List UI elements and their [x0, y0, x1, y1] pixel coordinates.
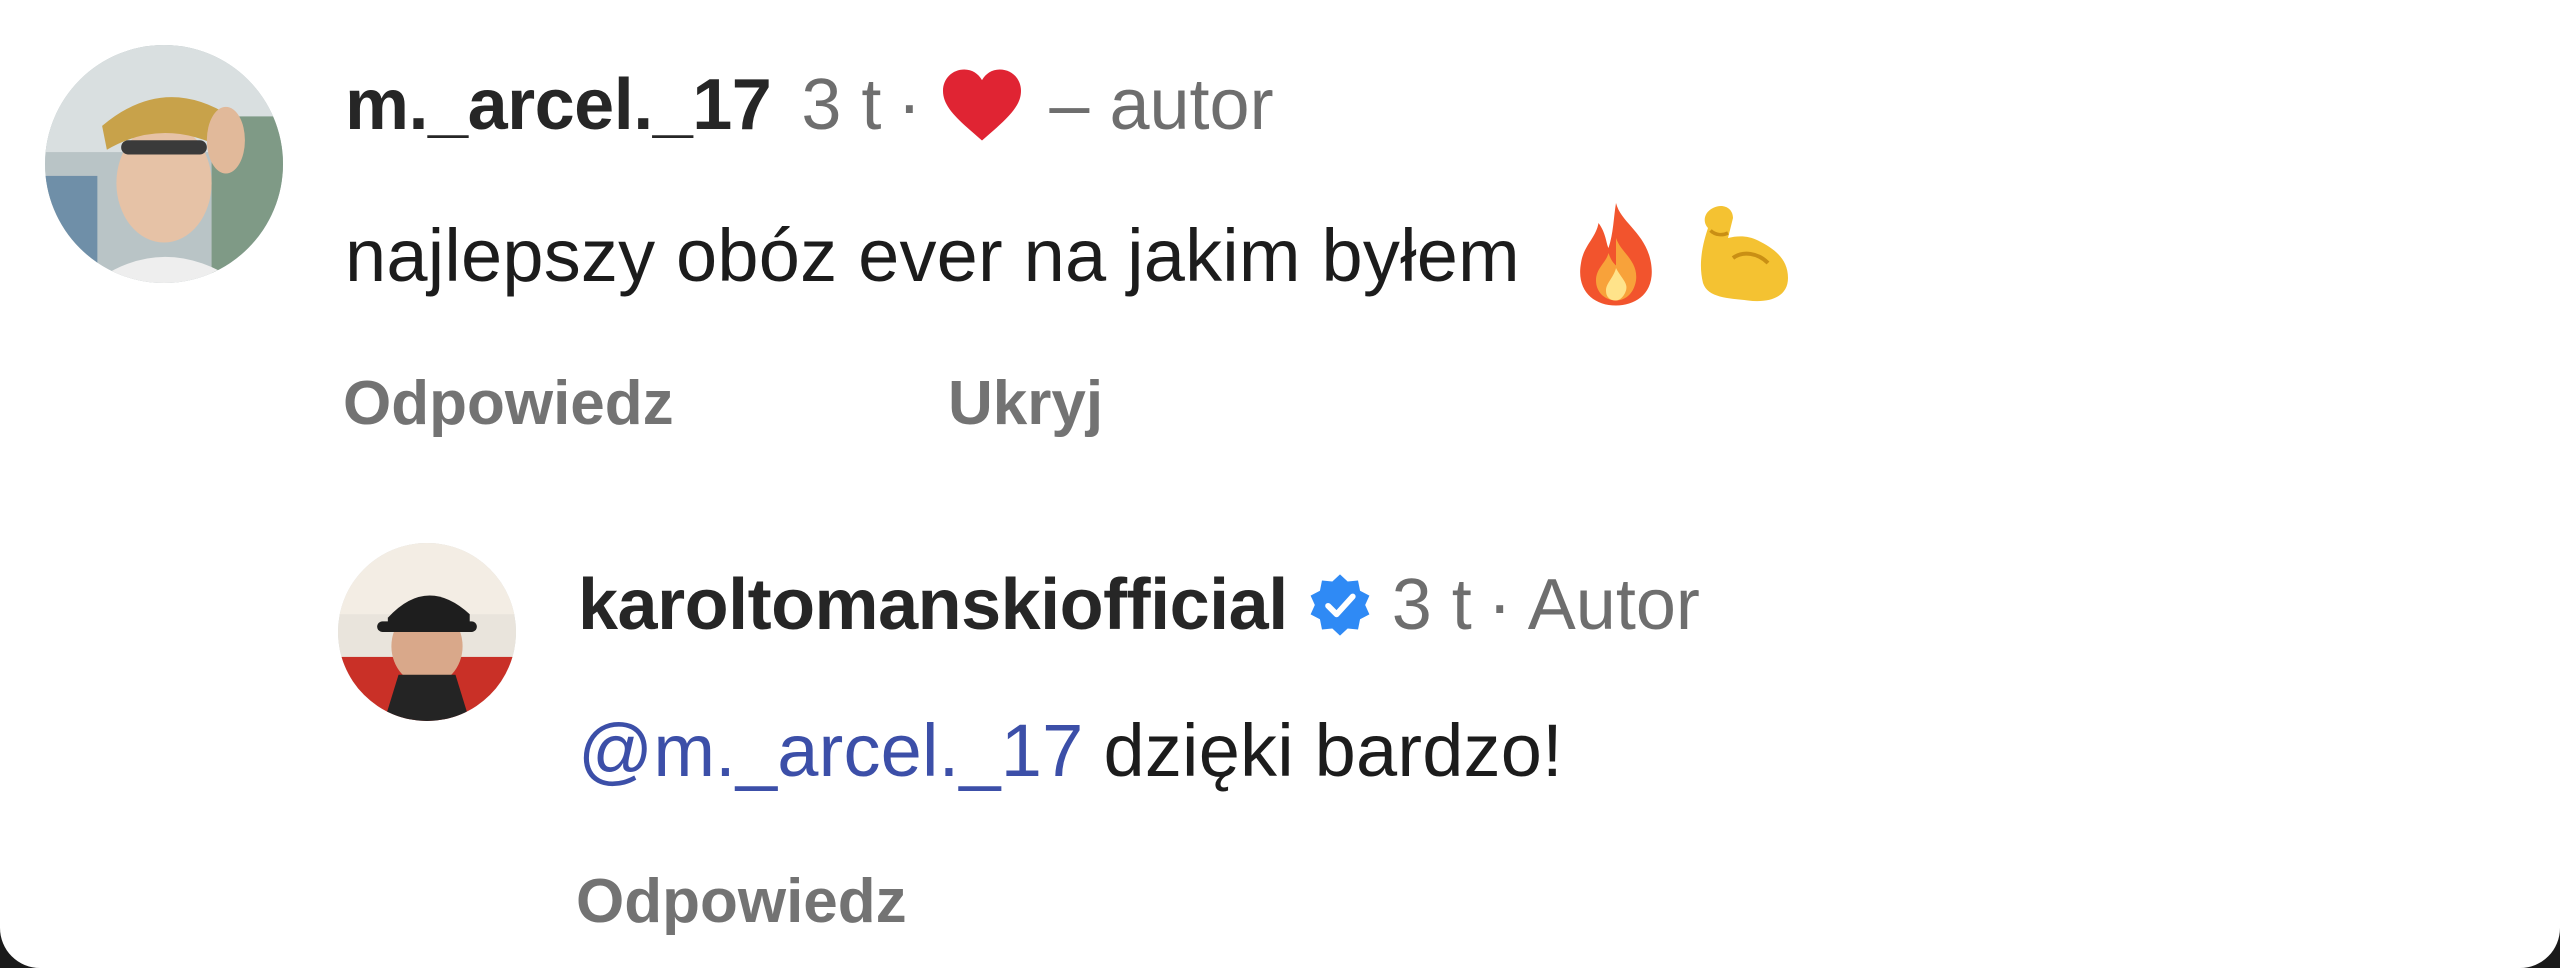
- author-label: Autor: [1527, 565, 1700, 645]
- avatar-image: [45, 45, 283, 283]
- comment-text: najlepszy obóz ever na jakim byłem: [345, 213, 1520, 297]
- comment-timestamp: 3 t: [801, 65, 882, 145]
- reply-body: @m._arcel._17 dzięki bardzo!: [578, 700, 1563, 800]
- avatar-image: [338, 543, 516, 721]
- comment-thread: m._arcel._17 3 t · – autor najlepszy obó…: [0, 0, 2560, 968]
- reply-text: dzięki bardzo!: [1103, 708, 1563, 792]
- reply-author-avatar[interactable]: [338, 543, 516, 721]
- reply-username[interactable]: karoltomanskiofficial: [578, 564, 1288, 646]
- flexed-biceps-emoji-icon: [1688, 198, 1798, 313]
- reply-button[interactable]: Odpowiedz: [343, 368, 674, 439]
- fire-emoji-icon: [1566, 198, 1666, 313]
- reply-to-reply-button[interactable]: Odpowiedz: [576, 866, 907, 937]
- heart-icon: [939, 66, 1025, 144]
- comment-body: najlepszy obóz ever na jakim byłem: [345, 200, 1798, 310]
- commenter-avatar[interactable]: [45, 45, 283, 283]
- verified-badge-icon: [1306, 571, 1374, 639]
- mention-link[interactable]: @m._arcel._17: [578, 708, 1084, 793]
- reply-header: karoltomanskiofficial 3 t · Autor: [578, 560, 1700, 650]
- reply-timestamp: 3 t: [1391, 565, 1472, 645]
- separator-dot: ·: [897, 65, 922, 145]
- commenter-username[interactable]: m._arcel._17: [345, 64, 772, 146]
- hide-button[interactable]: Ukryj: [948, 368, 1103, 439]
- separator-dot: ·: [1487, 565, 1512, 645]
- comment-header: m._arcel._17 3 t · – autor: [345, 60, 1274, 150]
- liked-by-author-label: – autor: [1049, 65, 1274, 145]
